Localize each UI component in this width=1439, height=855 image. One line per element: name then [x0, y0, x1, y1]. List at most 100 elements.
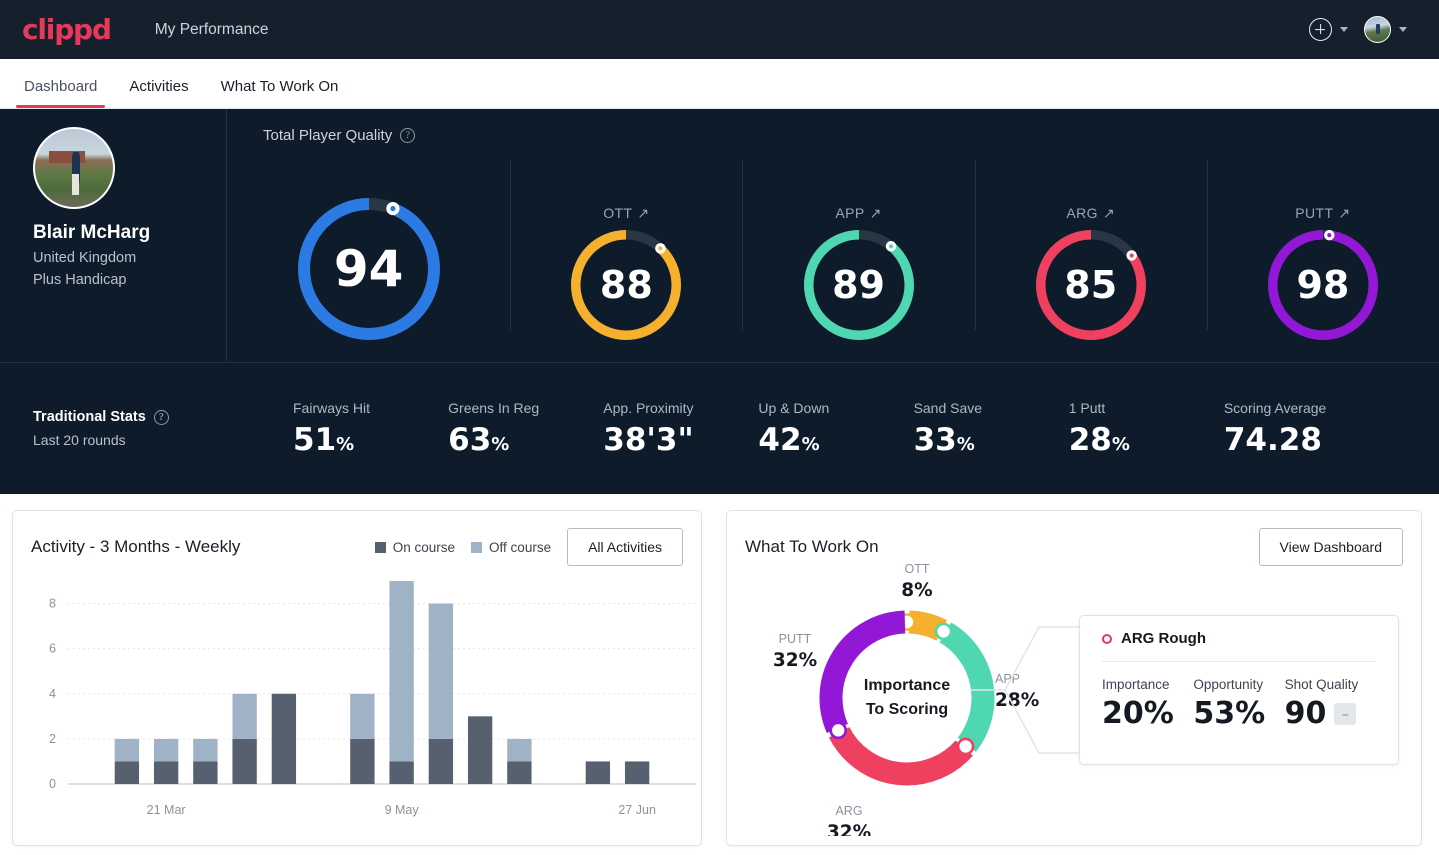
gauge-title-putt: PUTT ↗: [1295, 205, 1350, 222]
gauge-total[interactable]: 94: [227, 156, 510, 340]
bar-off-course[interactable]: [507, 738, 532, 762]
stat-label: 1 Putt: [1068, 399, 1106, 416]
bar-on-course[interactable]: [232, 738, 257, 784]
stat-label: Fairways Hit: [293, 399, 371, 416]
donut-segment-arg[interactable]: [828, 726, 973, 786]
player-handicap: Plus Handicap: [33, 272, 127, 288]
activity-card-title: Activity - 3 Months - Weekly: [31, 537, 241, 556]
gauge-ring: 94: [297, 197, 440, 340]
donut-label-ott: OTT: [905, 562, 930, 576]
bar-off-course[interactable]: [428, 603, 454, 739]
activity-card-header: Activity - 3 Months - Weekly On course O…: [13, 511, 701, 567]
question-mark-icon-tpq[interactable]: ?: [400, 128, 416, 143]
player-profile: Blair McHarg United Kingdom Plus Handica…: [0, 109, 226, 362]
arg-rough-title-text: ARG Rough: [1121, 630, 1206, 647]
topbar-actions: [1309, 16, 1417, 43]
bottom-cards-row: Activity - 3 Months - Weekly On course O…: [0, 494, 1439, 846]
metric-number-shot-quality: 90: [1284, 696, 1327, 731]
gauge-putt[interactable]: PUTT ↗ 98: [1206, 156, 1439, 340]
bar-on-course[interactable]: [153, 761, 179, 784]
y-axis-tick: 8: [49, 597, 56, 611]
donut-value-putt: 32%: [773, 650, 817, 671]
trend-up-icon: ↗: [869, 204, 882, 221]
tab-dashboard[interactable]: Dashboard: [8, 78, 113, 108]
wtwo-card-header: What To Work On View Dashboard: [727, 511, 1421, 567]
gauge-value: 89: [832, 262, 885, 307]
trend-up-icon: ↗: [1102, 204, 1116, 221]
metric-number-opportunity: 53%: [1193, 696, 1266, 731]
legend-item-on-course: On course: [374, 540, 455, 555]
gauge-value: 98: [1296, 262, 1350, 307]
gauge-app[interactable]: APP ↗ 89: [742, 156, 974, 340]
stat-value: 42%: [758, 421, 820, 458]
bar-on-course[interactable]: [467, 716, 493, 784]
donut-handle-app[interactable]: [934, 622, 953, 641]
tpq-text: Total Player Quality: [263, 127, 393, 144]
bar-on-course[interactable]: [271, 693, 297, 784]
bar-on-course[interactable]: [624, 761, 650, 784]
player-country: United Kingdom: [33, 250, 137, 266]
arg-rough-title: ARG Rough: [1102, 630, 1376, 647]
tab-what-to-work-on[interactable]: What To Work On: [205, 78, 355, 108]
traditional-stats-list: Fairways Hit 51% Greens In Reg 63% App. Prox…: [293, 400, 1439, 458]
donut-connector: [969, 626, 1085, 754]
bar-off-course[interactable]: [114, 738, 140, 762]
plus-circle-icon[interactable]: [1309, 18, 1332, 41]
avatar[interactable]: [1364, 16, 1391, 43]
activity-bar-chart[interactable]: 0 2 4 6 8 21 Mar 9 May 27 Jun: [13, 573, 703, 843]
gauge-value: 85: [1064, 262, 1118, 307]
legend-swatch-on-course: [374, 541, 386, 553]
metric-label-shot-quality: Shot Quality: [1284, 677, 1359, 692]
stat-value: 74.28: [1223, 421, 1322, 458]
player-avatar[interactable]: [33, 127, 115, 209]
metric-value-importance: 20%: [1102, 696, 1193, 731]
center-label-line1: Importance: [864, 677, 950, 694]
bar-on-course[interactable]: [507, 761, 532, 784]
arg-rough-detail-card[interactable]: ARG Rough Importance 20% Opportunity 53%: [1079, 615, 1399, 765]
chevron-down-icon-profile[interactable]: [1399, 27, 1407, 32]
donut-label-arg: ARG: [835, 804, 862, 818]
traditional-stats-section: Traditional Stats ? Last 20 rounds Fairw…: [0, 362, 1439, 494]
performance-summary-panel: Blair McHarg United Kingdom Plus Handica…: [0, 109, 1439, 494]
bar-on-course[interactable]: [428, 738, 454, 784]
center-label-line2: To Scoring: [866, 701, 948, 718]
trend-flat-badge: –: [1334, 702, 1357, 725]
bar-off-course[interactable]: [153, 738, 179, 762]
stat-label: Scoring Average: [1223, 399, 1327, 416]
stat-label: Greens In Reg: [448, 399, 540, 416]
bar-on-course[interactable]: [585, 761, 611, 784]
bar-off-course[interactable]: [350, 693, 375, 739]
x-axis-tick: 27 Jun: [618, 803, 656, 817]
total-player-quality-label: Total Player Quality ?: [263, 127, 416, 144]
view-dashboard-button[interactable]: View Dashboard: [1258, 528, 1403, 566]
stat-1-putt: 1 Putt 28%: [1069, 400, 1224, 458]
bar-off-course[interactable]: [389, 581, 414, 762]
donut-label-putt: PUTT: [779, 632, 812, 646]
tab-activities[interactable]: Activities: [113, 78, 204, 108]
bar-on-course[interactable]: [193, 761, 218, 784]
legend-label-off-course: Off course: [489, 539, 552, 555]
stat-label: Sand Save: [913, 399, 983, 416]
question-mark-icon-traditional[interactable]: ?: [153, 409, 169, 425]
all-activities-button[interactable]: All Activities: [567, 528, 683, 566]
donut-handle-putt[interactable]: [829, 721, 848, 740]
gauge-title-text: APP: [835, 205, 865, 221]
gauge-ring: 89: [803, 229, 914, 340]
gauge-ring: 88: [571, 229, 682, 340]
what-to-work-on-card: What To Work On View Dashboard OTT 8% APP 2…: [726, 510, 1422, 846]
y-axis-tick: 0: [49, 777, 56, 791]
wtwo-card-title: What To Work On: [745, 537, 879, 556]
traditional-stats-title: Traditional Stats ?: [33, 409, 293, 425]
clippd-logo[interactable]: clippd: [22, 15, 112, 44]
bar-on-course[interactable]: [350, 738, 375, 784]
chevron-down-icon-add[interactable]: [1340, 27, 1348, 32]
gauge-title-app: APP ↗: [835, 205, 881, 222]
bar-off-course[interactable]: [193, 738, 218, 762]
gauge-ott[interactable]: OTT ↗ 88: [510, 156, 742, 340]
bar-on-course[interactable]: [389, 761, 414, 784]
metric-label-importance: Importance: [1102, 677, 1170, 692]
stat-value: 51%: [293, 421, 355, 458]
gauge-arg[interactable]: ARG ↗ 85: [974, 156, 1207, 340]
bar-off-course[interactable]: [232, 693, 257, 739]
bar-on-course[interactable]: [114, 761, 140, 784]
